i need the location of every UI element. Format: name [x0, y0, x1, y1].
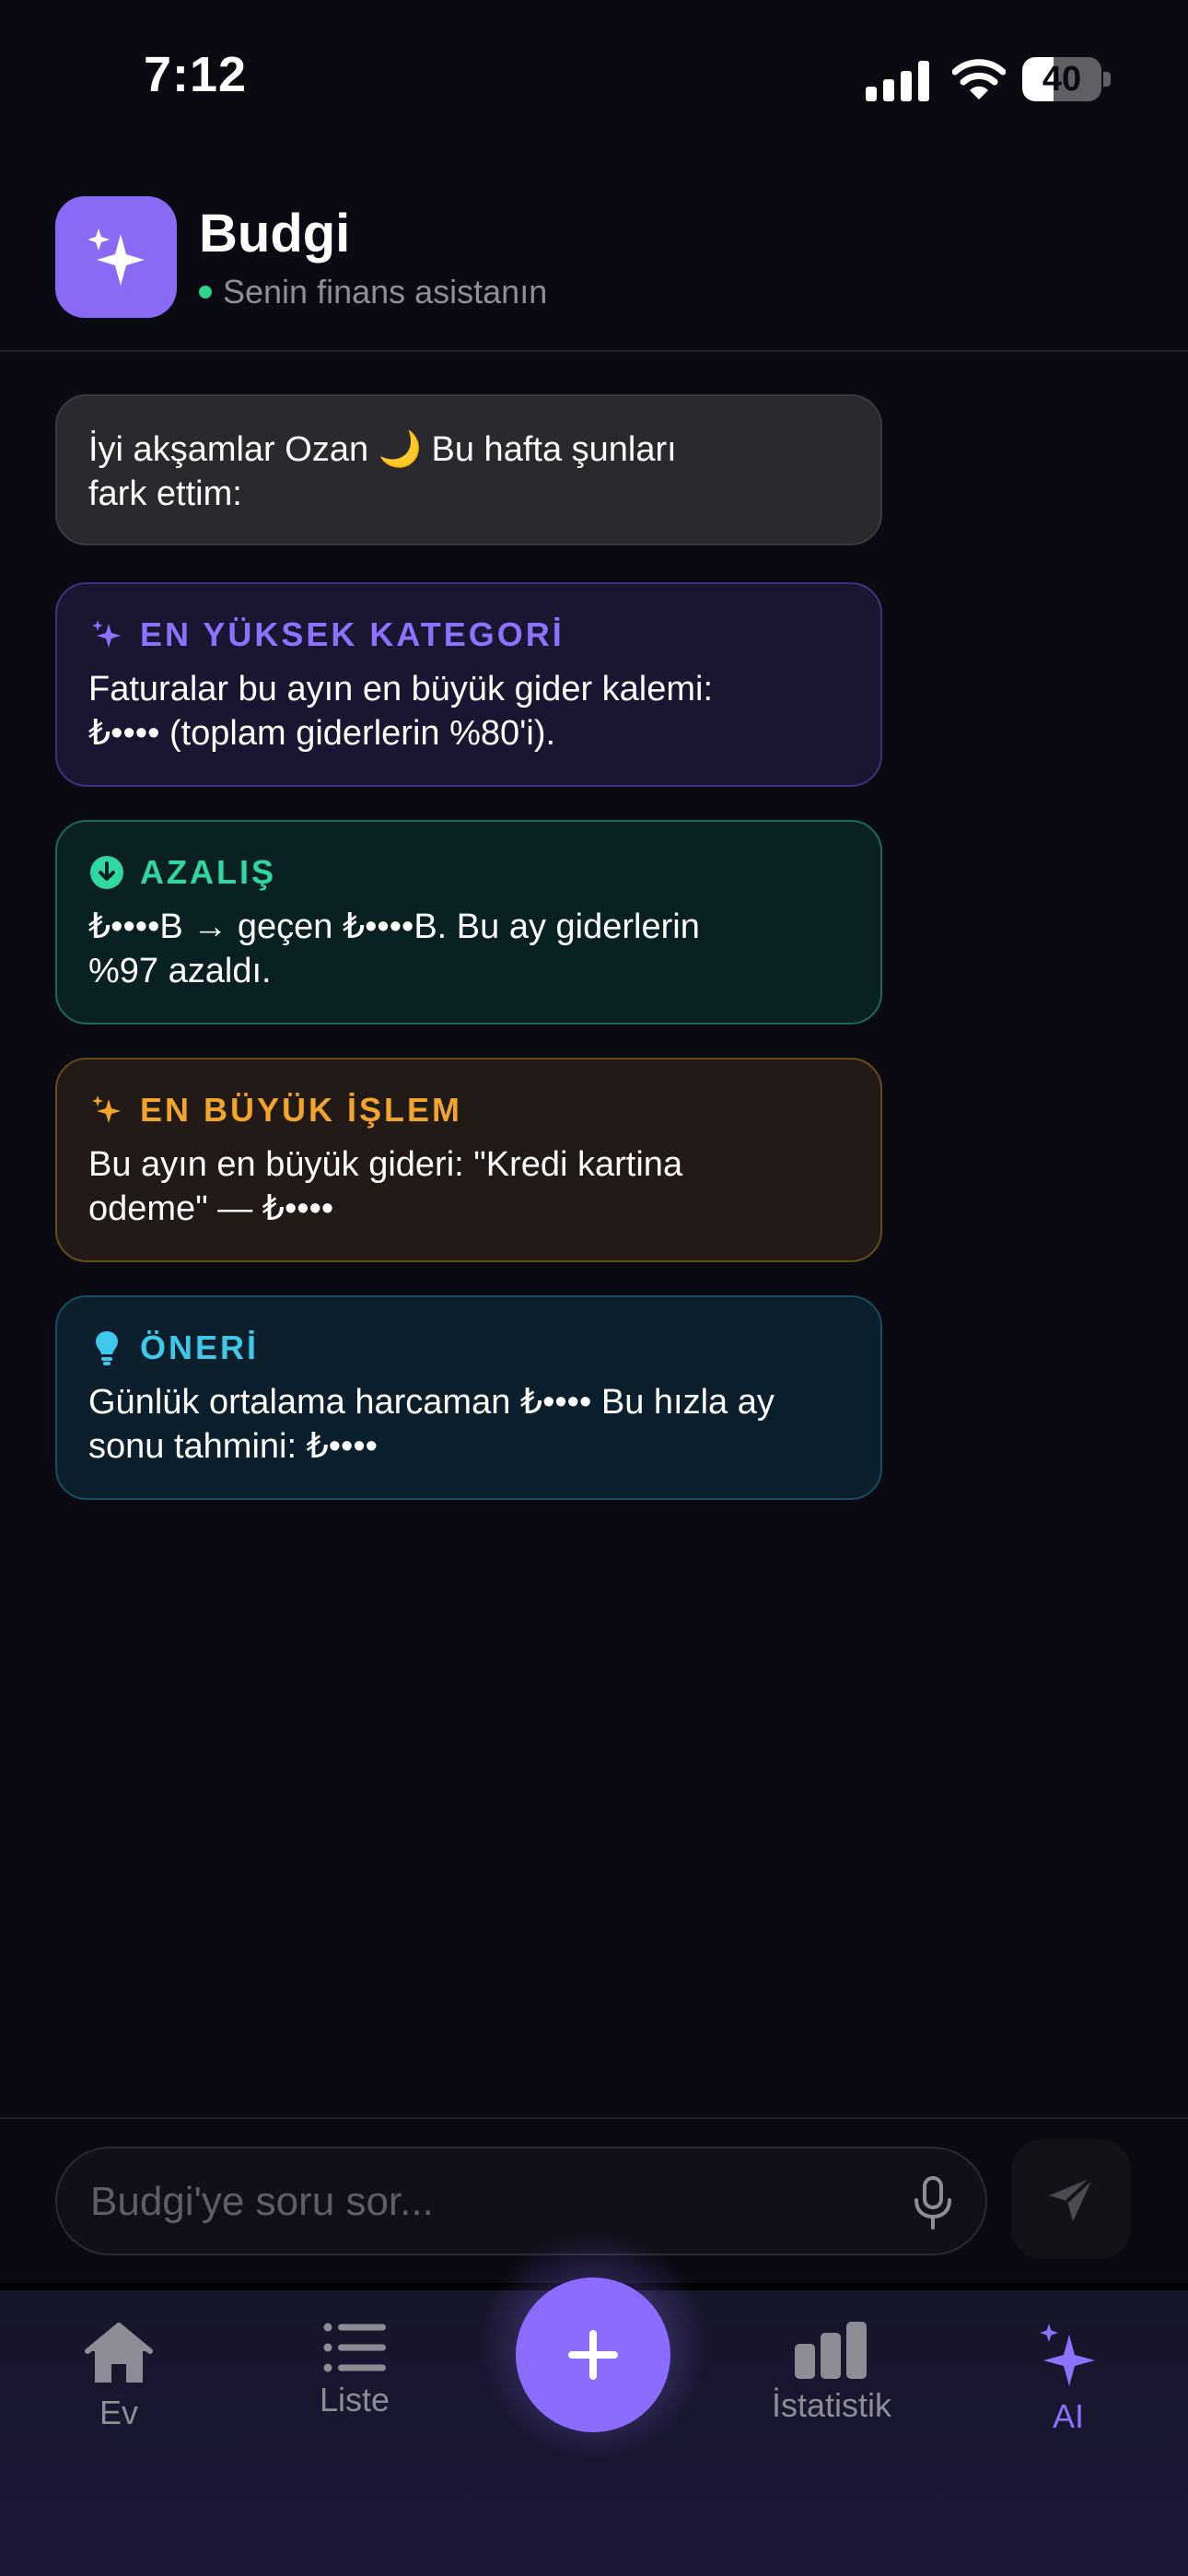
greeting-line: İyi akşamlar Ozan 🌙 Bu hafta şunları: [88, 430, 677, 469]
app-logo: [55, 196, 177, 318]
tab-statistics[interactable]: İstatistik: [742, 2322, 921, 2425]
sparkles-icon: [88, 1092, 125, 1129]
input-divider: [0, 2117, 1188, 2119]
status-time: 7:12: [144, 47, 248, 102]
tab-list[interactable]: Liste: [300, 2322, 409, 2419]
tab-label: Liste: [319, 2381, 390, 2418]
list-icon: [323, 2323, 386, 2372]
card-title: ÖNERİ: [140, 1329, 260, 1366]
card-title: EN BÜYÜK İŞLEM: [140, 1091, 463, 1129]
card-title: EN YÜKSEK KATEGORİ: [140, 615, 565, 653]
tab-ai[interactable]: AI: [1013, 2322, 1124, 2436]
greeting-line: fark ettim:: [88, 474, 242, 513]
tab-label: AI: [1052, 2397, 1084, 2435]
home-icon: [85, 2323, 153, 2383]
tab-label: Ev: [99, 2394, 138, 2431]
tab-home[interactable]: Ev: [64, 2322, 173, 2432]
page-title: Budgi: [199, 204, 351, 263]
arrow-down-circle-icon: [88, 854, 125, 891]
plus-icon: [568, 2330, 618, 2380]
card-text: Günlük ortalama harcaman ₺•••• Bu hızla …: [88, 1383, 775, 1422]
wifi-icon: [952, 59, 1006, 100]
subtitle-text: Senin finans asistanın: [223, 273, 548, 310]
card-title: AZALIŞ: [140, 853, 276, 891]
cellular-signal-icon: [866, 61, 929, 101]
add-transaction-button[interactable]: [516, 2277, 670, 2432]
insight-card-decrease: AZALIŞ ₺••••B → geçen ₺••••B. Bu ay gide…: [55, 820, 882, 1025]
sparkles-icon: [1040, 2324, 1095, 2386]
battery-indicator: 40: [1022, 57, 1111, 101]
chat-input-container: [55, 2147, 987, 2255]
bar-chart-icon: [795, 2322, 867, 2379]
microphone-icon[interactable]: [912, 2176, 954, 2230]
insight-card-top-category: EN YÜKSEK KATEGORİ Faturalar bu ayın en …: [55, 582, 882, 787]
card-text: Faturalar bu ayın en büyük gider kalemi:: [88, 670, 714, 708]
sparkles-icon: [88, 616, 125, 653]
lightbulb-icon: [88, 1329, 125, 1366]
card-text: ₺•••• (toplam giderlerin %80'i).: [88, 714, 556, 753]
header-divider: [0, 350, 1188, 352]
online-status-dot: [199, 286, 212, 299]
insight-card-suggestion: ÖNERİ Günlük ortalama harcaman ₺•••• Bu …: [55, 1295, 882, 1500]
card-text: odeme" — ₺••••: [88, 1189, 334, 1228]
send-button[interactable]: [1011, 2139, 1131, 2259]
chat-input[interactable]: [88, 2149, 903, 2255]
card-text: Bu ayın en büyük gideri: "Kredi kartina: [88, 1145, 683, 1184]
card-text: %97 azaldı.: [88, 952, 272, 990]
insight-card-biggest-transaction: EN BÜYÜK İŞLEM Bu ayın en büyük gideri: …: [55, 1058, 882, 1262]
battery-percentage: 40: [1042, 60, 1082, 99]
card-text: ₺••••B → geçen ₺••••B. Bu ay giderlerin: [88, 907, 700, 946]
assistant-greeting-bubble: İyi akşamlar Ozan 🌙 Bu hafta şunları far…: [55, 394, 882, 545]
send-icon: [1049, 2175, 1095, 2221]
card-text: sonu tahmini: ₺••••: [88, 1427, 378, 1466]
sparkles-icon: [87, 228, 145, 286]
tab-label: İstatistik: [771, 2386, 892, 2424]
page-subtitle: Senin finans asistanın: [199, 273, 547, 311]
